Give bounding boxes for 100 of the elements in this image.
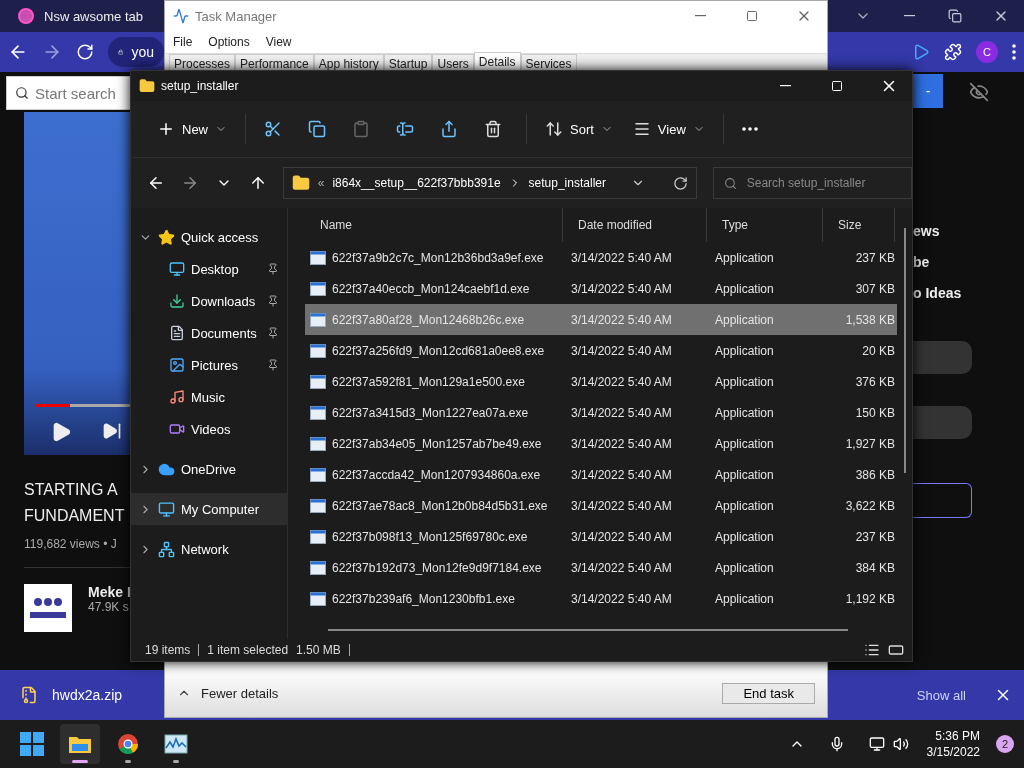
taskbar-app[interactable] <box>60 724 100 764</box>
folder-icon <box>68 734 92 754</box>
application-icon <box>310 312 326 327</box>
pin-icon <box>267 359 279 371</box>
extensions-icon <box>944 43 962 61</box>
menu-icon[interactable] <box>1012 44 1016 60</box>
table-cell-text: 3/14/2022 5:40 AM <box>570 281 673 296</box>
profile-avatar[interactable]: C <box>976 41 998 63</box>
channel-name[interactable]: Meke I <box>88 584 131 600</box>
share-icon <box>440 120 458 138</box>
paste-icon <box>352 120 370 138</box>
column-header[interactable]: Type <box>707 208 823 242</box>
nav-item[interactable]: Documents <box>131 317 287 349</box>
address-bar[interactable]: you <box>108 37 164 67</box>
show-all-link[interactable]: Show all <box>916 687 966 703</box>
file-row[interactable]: 622f37a256fd9_Mon12cd681a0ee8.exe 3/14/2022 5:40 AM Application 20 KB <box>305 335 897 366</box>
nav-item[interactable]: Downloads <box>131 285 287 317</box>
sidebar-text: be <box>913 253 931 272</box>
file-row[interactable]: 622f37b239af6_Mon1230bfb1.exe 3/14/2022 5:40 AM Application 1,192 KB <box>305 583 897 614</box>
table-cell-text: 237 KB <box>854 529 895 544</box>
table-cell-text: Application <box>714 343 775 358</box>
table-cell-text: 20 KB <box>861 343 895 358</box>
clock-time[interactable]: 5:36 PM <box>935 728 980 744</box>
back-icon <box>147 174 165 192</box>
file-row[interactable]: 622f37a80af28_Mon12468b26c.exe 3/14/2022 5:40 AM Application 1,538 KB <box>305 304 897 335</box>
view-button[interactable]: View <box>624 111 713 147</box>
table-cell-text: Application <box>714 467 775 482</box>
table-cell-text: Application <box>714 405 775 420</box>
tab[interactable]: Details <box>473 52 521 70</box>
file-row[interactable]: 622f37ae78ac8_Mon12b0b84d5b31.exe 3/14/2022 5:40 AM Application 3,622 KB <box>305 490 897 521</box>
nav-item[interactable]: Quick access <box>131 221 287 253</box>
file-row[interactable]: 622f37a9b2c7c_Mon12b36bd3a9ef.exe 3/14/2022 5:40 AM Application 237 KB <box>305 242 897 273</box>
new-button[interactable]: New <box>149 111 235 147</box>
speaker-icon <box>892 736 909 752</box>
table-cell-text: 3/14/2022 5:40 AM <box>570 343 673 358</box>
tab-title[interactable]: Nsw awsome tab <box>44 8 143 24</box>
file-name: 622f37accda42_Mon1207934860a.exe <box>332 467 541 482</box>
file-row[interactable]: 622f37ab34e05_Mon1257ab7be49.exe 3/14/2022 5:40 AM Application 1,927 KB <box>305 428 897 459</box>
menu-item[interactable]: Options <box>208 35 250 49</box>
folder-icon <box>291 174 310 192</box>
minimize-icon[interactable] <box>903 15 915 17</box>
subscriber-count: 47.9K s <box>88 600 130 614</box>
cut-icon <box>264 120 282 138</box>
column-header[interactable]: Name <box>305 208 563 242</box>
selection-info: 1 item selected <box>207 643 289 657</box>
application-icon <box>310 560 326 575</box>
table-cell-text: Application <box>714 374 775 389</box>
table-cell-text: 3,622 KB <box>844 498 895 513</box>
nav-item[interactable]: Pictures <box>131 349 287 381</box>
nav-item[interactable]: Desktop <box>131 253 287 285</box>
table-cell-text: 3/14/2022 5:40 AM <box>570 498 673 513</box>
tab-favicon <box>18 8 34 24</box>
menu-item[interactable]: View <box>265 35 292 49</box>
file-row[interactable]: 622f37b098f13_Mon125f69780c.exe 3/14/2022 5:40 AM Application 237 KB <box>305 521 897 552</box>
search-button[interactable]: - <box>913 74 943 108</box>
sort-button[interactable]: Sort <box>537 111 621 147</box>
minimize-icon[interactable] <box>779 85 791 87</box>
nav-item[interactable]: Videos <box>131 413 287 445</box>
file-row[interactable]: 622f37b192d73_Mon12fe9d9f7184.exe 3/14/2022 5:40 AM Application 384 KB <box>305 552 897 583</box>
application-icon <box>310 529 326 544</box>
clock-date[interactable]: 3/15/2022 <box>926 744 980 760</box>
search-field[interactable]: Start search <box>6 76 130 110</box>
address-bar[interactable]: « i864x__setup__622f37bbb391e setup_installer <box>282 167 697 199</box>
file-row[interactable]: 622f37a3415d3_Mon1227ea07a.exe 3/14/2022 5:40 AM Application 150 KB <box>305 397 897 428</box>
file-row[interactable]: 622f37a40eccb_Mon124caebf1d.exe 3/14/2022 5:40 AM Application 307 KB <box>305 273 897 304</box>
application-icon <box>310 498 326 513</box>
nav-item[interactable]: Network <box>131 533 287 565</box>
start-icon[interactable] <box>20 732 44 756</box>
table-cell-text: 3/14/2022 5:40 AM <box>570 467 673 482</box>
notification-badge[interactable]: 2 <box>996 735 1014 753</box>
table-cell-text: 3/14/2022 5:40 AM <box>570 374 673 389</box>
more-icon[interactable] <box>741 127 758 131</box>
search-field[interactable]: Search setup_installer <box>712 167 912 199</box>
column-header[interactable]: Size <box>823 208 895 242</box>
nav-item[interactable]: My Computer <box>131 493 287 525</box>
application-icon <box>310 591 326 606</box>
nav-item[interactable]: OneDrive <box>131 453 287 485</box>
folder-icon <box>139 78 155 94</box>
search-icon <box>15 86 29 100</box>
column-header[interactable]: Date modified <box>563 208 707 242</box>
menu-item[interactable]: File <box>173 35 193 49</box>
video-title: STARTING A FUNDAMENT <box>24 480 125 526</box>
reload-icon <box>76 43 94 61</box>
file-row[interactable]: 622f37a592f81_Mon129a1e500.exe 3/14/2022 5:40 AM Application 376 KB <box>305 366 897 397</box>
tiles-view-icon <box>888 642 904 658</box>
table-cell-text: Application <box>714 529 775 544</box>
download-file[interactable]: hwdx2a.zip <box>52 687 123 703</box>
end-task-button[interactable]: End task <box>722 682 815 704</box>
file-name: 622f37a40eccb_Mon124caebf1d.exe <box>332 281 530 296</box>
delete-icon <box>484 120 502 138</box>
star-icon <box>158 228 175 246</box>
fewer-details-link[interactable]: Fewer details <box>201 685 279 701</box>
file-name: 622f37b239af6_Mon1230bfb1.exe <box>332 591 515 606</box>
search-icon <box>723 176 737 190</box>
pictures-icon <box>169 357 185 373</box>
computer-icon <box>158 500 175 518</box>
nav-item[interactable]: Music <box>131 381 287 413</box>
file-row[interactable]: 622f37accda42_Mon1207934860a.exe 3/14/2022 5:40 AM Application 386 KB <box>305 459 897 490</box>
table-cell-text: 3/14/2022 5:40 AM <box>570 250 673 265</box>
pin-icon <box>267 327 279 339</box>
